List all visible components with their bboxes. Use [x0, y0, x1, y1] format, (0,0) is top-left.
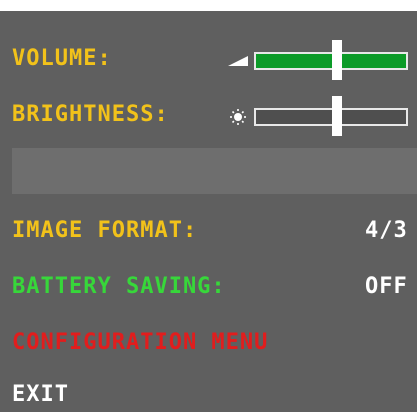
volume-ramp-icon	[228, 56, 248, 66]
volume-slider[interactable]	[222, 40, 417, 80]
brightness-track[interactable]	[254, 96, 408, 136]
brightness-label[interactable]: BRIGHTNESS:	[12, 102, 169, 128]
volume-fill	[256, 54, 406, 68]
image-format-label[interactable]: IMAGE FORMAT:	[12, 218, 197, 244]
battery-saving-value[interactable]: OFF	[365, 274, 408, 300]
brightness-knob[interactable]	[332, 96, 342, 136]
osd-menu: VOLUME: BRIGHTNESS: IMAGE FORMAT: 4/3 BA…	[0, 0, 417, 412]
battery-saving-label[interactable]: BATTERY SAVING:	[12, 274, 226, 300]
top-edge	[0, 0, 417, 11]
volume-knob[interactable]	[332, 40, 342, 80]
volume-label[interactable]: VOLUME:	[12, 46, 112, 72]
brightness-slider[interactable]	[222, 96, 417, 136]
image-format-value[interactable]: 4/3	[365, 218, 408, 244]
selection-highlight	[12, 148, 417, 194]
configuration-menu-item[interactable]: CONFIGURATION MENU	[12, 330, 268, 356]
volume-track[interactable]	[254, 40, 408, 80]
sun-icon	[230, 109, 246, 125]
exit-item[interactable]: EXIT	[12, 382, 69, 408]
